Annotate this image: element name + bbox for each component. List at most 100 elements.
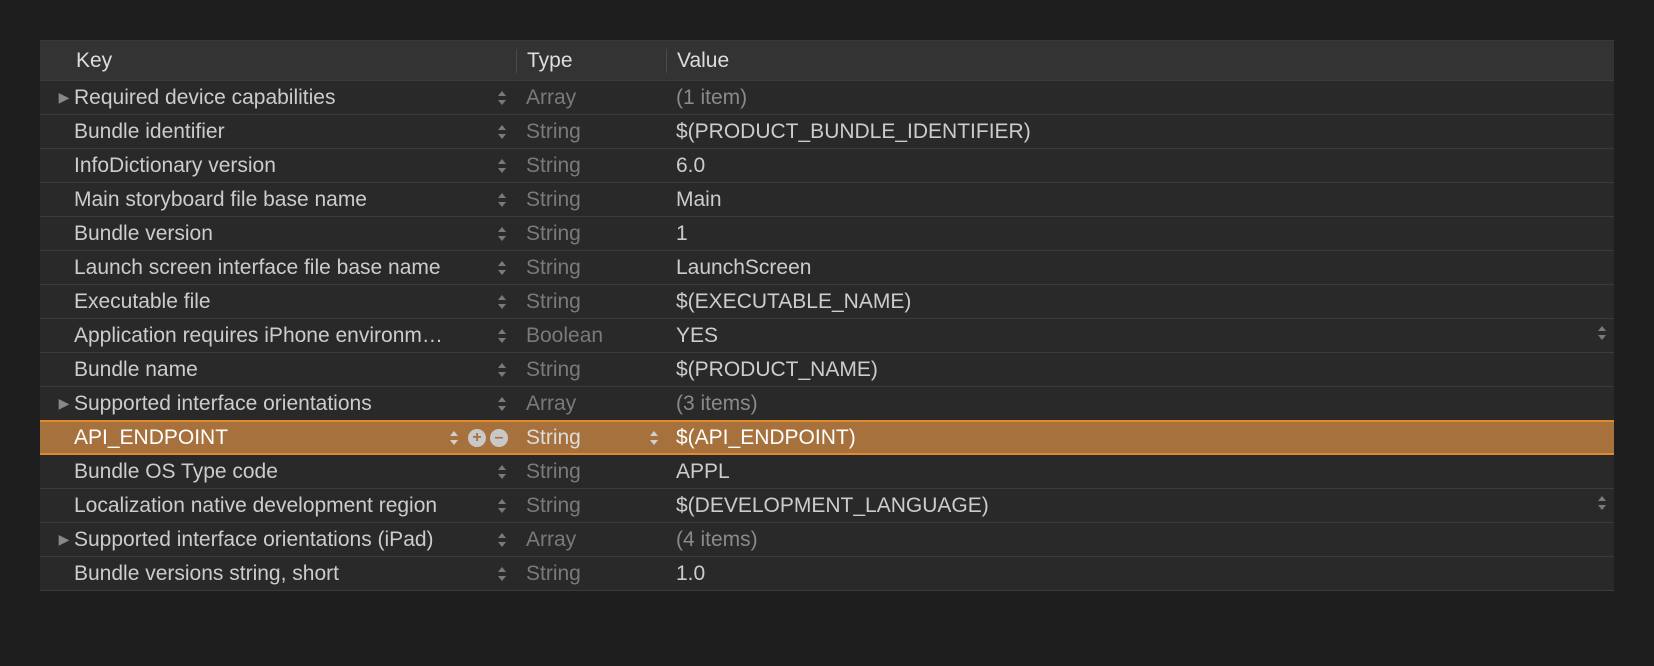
key-cell[interactable]: Bundle name+– — [40, 358, 516, 382]
stepper-icon[interactable] — [496, 531, 508, 549]
key-cell[interactable]: ▶Required device capabilities+– — [40, 86, 516, 110]
table-row[interactable]: Bundle version+–String1 — [40, 217, 1614, 251]
type-cell[interactable]: String — [516, 188, 666, 212]
value-cell[interactable]: $(DEVELOPMENT_LANGUAGE) — [666, 494, 1614, 518]
key-cell[interactable]: Bundle version+– — [40, 222, 516, 246]
table-header: Key Type Value — [40, 41, 1614, 81]
value-cell[interactable]: 1 — [666, 222, 1614, 246]
type-cell[interactable]: Array — [516, 86, 666, 110]
type-cell[interactable]: String — [516, 494, 666, 518]
stepper-icon[interactable] — [1596, 324, 1608, 348]
table-row[interactable]: Bundle name+–String$(PRODUCT_NAME) — [40, 353, 1614, 387]
remove-row-button[interactable]: – — [490, 429, 508, 447]
key-cell[interactable]: Executable file+– — [40, 290, 516, 314]
table-row[interactable]: ▶Supported interface orientations (iPad)… — [40, 523, 1614, 557]
value-cell[interactable]: (3 items) — [666, 392, 1614, 416]
table-row[interactable]: Bundle OS Type code+– String APPL — [40, 455, 1614, 489]
key-cell[interactable]: InfoDictionary version+– — [40, 154, 516, 178]
stepper-icon[interactable] — [496, 157, 508, 175]
type-label: String — [526, 290, 581, 314]
type-cell[interactable]: String — [516, 154, 666, 178]
type-cell[interactable]: Boolean — [516, 324, 666, 348]
table-row[interactable]: Main storyboard file base name+–StringMa… — [40, 183, 1614, 217]
value-label: 1.0 — [676, 562, 705, 586]
stepper-icon[interactable] — [496, 361, 508, 379]
value-cell[interactable]: (4 items) — [666, 528, 1614, 552]
key-cell[interactable]: ▶Supported interface orientations (iPad)… — [40, 528, 516, 552]
value-cell[interactable]: YES — [666, 324, 1614, 348]
value-label: LaunchScreen — [676, 256, 811, 280]
key-label: Bundle version — [74, 222, 213, 246]
key-label: API_ENDPOINT — [74, 426, 228, 450]
stepper-icon[interactable] — [496, 259, 508, 277]
add-row-button[interactable]: + — [468, 429, 486, 447]
type-cell[interactable]: String — [516, 358, 666, 382]
value-cell[interactable]: LaunchScreen — [666, 256, 1614, 280]
stepper-icon[interactable] — [496, 191, 508, 209]
type-label: String — [526, 494, 581, 518]
disclosure-triangle-icon[interactable]: ▶ — [54, 531, 74, 548]
stepper-icon[interactable] — [496, 123, 508, 141]
value-cell[interactable]: (1 item) — [666, 86, 1614, 110]
key-cell[interactable]: Localization native development region+– — [40, 494, 516, 518]
key-label: Main storyboard file base name — [74, 188, 367, 212]
key-cell[interactable]: Bundle identifier+– — [40, 120, 516, 144]
table-row[interactable]: Bundle identifier+–String$(PRODUCT_BUNDL… — [40, 115, 1614, 149]
stepper-icon[interactable] — [648, 429, 660, 447]
value-label: $(API_ENDPOINT) — [676, 426, 856, 450]
stepper-icon[interactable] — [496, 395, 508, 413]
stepper-icon[interactable] — [496, 327, 508, 345]
type-cell[interactable]: String — [516, 426, 666, 450]
stepper-icon[interactable] — [1596, 494, 1608, 518]
stepper-icon[interactable] — [448, 429, 460, 447]
key-cell[interactable]: Application requires iPhone environm…+– — [40, 324, 516, 348]
key-cell[interactable]: API_ENDPOINT +– — [40, 426, 516, 450]
disclosure-triangle-icon[interactable]: ▶ — [54, 395, 74, 412]
key-cell[interactable]: ▶Supported interface orientations+– — [40, 392, 516, 416]
table-row[interactable]: InfoDictionary version+–String6.0 — [40, 149, 1614, 183]
type-cell[interactable]: Array — [516, 528, 666, 552]
type-cell[interactable]: String — [516, 460, 666, 484]
stepper-icon[interactable] — [496, 497, 508, 515]
header-type[interactable]: Type — [516, 49, 666, 73]
table-row[interactable]: ▶Required device capabilities+–Array(1 i… — [40, 81, 1614, 115]
key-cell[interactable]: Launch screen interface file base name+– — [40, 256, 516, 280]
value-label: YES — [676, 324, 718, 348]
type-cell[interactable]: String — [516, 120, 666, 144]
key-label: Supported interface orientations (iPad) — [74, 528, 434, 552]
stepper-icon[interactable] — [496, 565, 508, 583]
type-cell[interactable]: String — [516, 290, 666, 314]
stepper-icon[interactable] — [496, 225, 508, 243]
key-cell[interactable]: Bundle OS Type code+– — [40, 460, 516, 484]
stepper-icon[interactable] — [496, 463, 508, 481]
value-cell[interactable]: 1.0 — [666, 562, 1614, 586]
stepper-icon[interactable] — [496, 293, 508, 311]
table-row[interactable]: Localization native development region+–… — [40, 489, 1614, 523]
table-row[interactable]: Bundle versions string, short+–String 1.0 — [40, 557, 1614, 591]
value-cell[interactable]: APPL — [666, 460, 1614, 484]
table-row[interactable]: Executable file+– String $(EXECUTABLE_NAME… — [40, 285, 1614, 319]
key-cell[interactable]: Main storyboard file base name+– — [40, 188, 516, 212]
header-value[interactable]: Value — [666, 49, 1614, 73]
header-key[interactable]: Key — [40, 49, 516, 73]
plist-table: Key Type Value ▶Required device capabili… — [40, 40, 1614, 591]
value-cell[interactable]: $(PRODUCT_NAME) — [666, 358, 1614, 382]
table-row[interactable]: API_ENDPOINT +–String $(API_ENDPOINT) — [40, 421, 1614, 455]
type-cell[interactable]: Array — [516, 392, 666, 416]
type-cell[interactable]: String — [516, 562, 666, 586]
table-row[interactable]: Launch screen interface file base name+–… — [40, 251, 1614, 285]
key-label: Required device capabilities — [74, 86, 336, 110]
value-cell[interactable]: $(PRODUCT_BUNDLE_IDENTIFIER) — [666, 120, 1614, 144]
value-cell[interactable]: $(API_ENDPOINT) — [666, 426, 1614, 450]
value-cell[interactable]: 6.0 — [666, 154, 1614, 178]
value-cell[interactable]: $(EXECUTABLE_NAME) — [666, 290, 1614, 314]
type-cell[interactable]: String — [516, 222, 666, 246]
key-cell[interactable]: Bundle versions string, short+– — [40, 562, 516, 586]
type-label: String — [526, 460, 581, 484]
disclosure-triangle-icon[interactable]: ▶ — [54, 89, 74, 106]
type-cell[interactable]: String — [516, 256, 666, 280]
stepper-icon[interactable] — [496, 89, 508, 107]
table-row[interactable]: Application requires iPhone environm…+–B… — [40, 319, 1614, 353]
value-cell[interactable]: Main — [666, 188, 1614, 212]
table-row[interactable]: ▶Supported interface orientations+–Array… — [40, 387, 1614, 421]
